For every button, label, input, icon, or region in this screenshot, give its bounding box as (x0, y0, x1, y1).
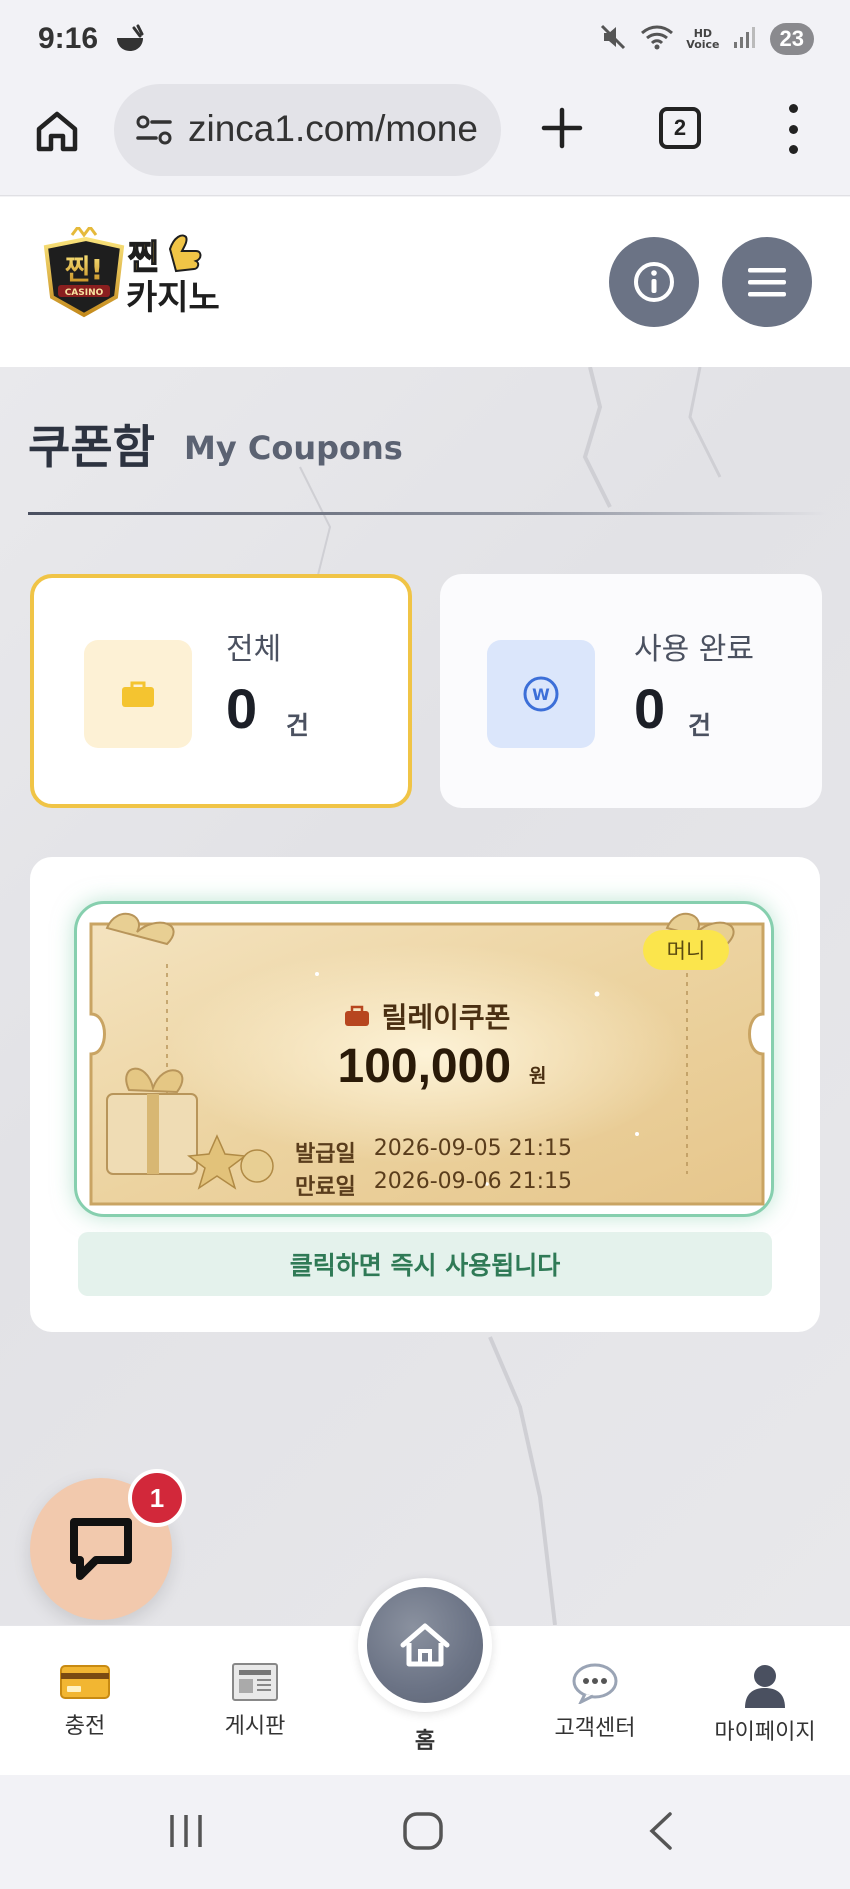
speech-bubble-icon (572, 1663, 618, 1704)
new-tab-button[interactable] (538, 104, 586, 152)
browser-home-button[interactable] (32, 106, 82, 156)
expiry-label: 만료일 (295, 1175, 356, 1200)
newspaper-icon (232, 1663, 278, 1701)
svg-text:CASINO: CASINO (65, 288, 104, 298)
svg-text:카지노: 카지노 (126, 278, 220, 318)
coupon-expiry-row: 만료일 2026-09-06 21:15 (295, 1169, 572, 1201)
browser-toolbar: zinca1.com/mone 2 (0, 80, 850, 196)
stat-card-used[interactable]: W 사용 완료 0 건 (440, 574, 822, 808)
coupon-type-badge: 머니 (643, 930, 729, 970)
nav-charge[interactable]: 충전 (15, 1662, 155, 1740)
nav-label: 충전 (64, 1714, 106, 1739)
coupon-list-panel: 머니 릴레이쿠폰 100,000 원 발급일 2026-09-05 21:15 … (30, 857, 820, 1332)
coupon-name-row: 릴레이쿠폰 (77, 996, 771, 1036)
voice-label: Voice (686, 38, 720, 51)
nav-board[interactable]: 게시판 (185, 1662, 325, 1740)
recent-apps-icon (170, 1815, 202, 1847)
stat-label: 사용 완료 (634, 632, 754, 667)
briefcase-icon (122, 681, 154, 707)
wifi-icon (640, 23, 674, 55)
issued-label: 발급일 (295, 1142, 356, 1167)
nav-label: 고객센터 (554, 1716, 636, 1741)
stat-icon-box (84, 640, 192, 748)
briefcase-icon (344, 1005, 369, 1026)
svg-text:찐: 찐 (128, 238, 159, 278)
svg-text:W: W (532, 685, 550, 704)
coupon-amount: 100,000 (337, 1040, 512, 1093)
site-header: 찐! CASINO 찐 카지노 (0, 197, 850, 367)
title-divider (28, 512, 828, 515)
stat-label: 전체 (226, 632, 282, 667)
coupon-currency: 원 (529, 1065, 547, 1087)
tab-switcher-button[interactable]: 2 (659, 107, 701, 149)
hamburger-icon (748, 268, 786, 297)
mute-icon (598, 22, 628, 56)
home-icon (400, 1623, 450, 1667)
hd-voice-icon: HD Voice (686, 28, 719, 50)
coupon-amount-row: 100,000 원 (77, 1039, 771, 1094)
nav-label: 게시판 (224, 1714, 286, 1739)
hamburger-menu-button[interactable] (722, 237, 812, 327)
android-navigation-bar (0, 1775, 850, 1889)
nav-home-button[interactable] (367, 1587, 483, 1703)
coupon-page-content: 쿠폰함 My Coupons 전체 0 건 W 사용 완료 0 건 머니 릴레이… (0, 367, 850, 1625)
back-chevron-icon (649, 1812, 672, 1850)
stat-count: 0 (634, 677, 666, 740)
page-title: 쿠폰함 (28, 420, 155, 474)
status-time: 9:16 (38, 22, 99, 55)
info-button[interactable] (609, 237, 699, 327)
home-circle-icon (403, 1812, 443, 1850)
info-icon (634, 262, 674, 302)
android-home-button[interactable] (402, 1811, 444, 1855)
bowl-notification-icon (114, 24, 146, 58)
coupon-issued-row: 발급일 2026-09-05 21:15 (295, 1136, 572, 1168)
nav-label: 마이페이지 (714, 1720, 816, 1745)
svg-text:찐!: 찐! (65, 253, 104, 286)
nav-support[interactable]: 고객센터 (525, 1662, 665, 1742)
nav-mypage[interactable]: 마이페이지 (695, 1662, 835, 1746)
chat-notification-badge: 1 (128, 1469, 186, 1527)
stat-count: 0 (226, 677, 258, 740)
coupon-use-hint[interactable]: 클릭하면 즉시 사용됩니다 (78, 1232, 772, 1296)
coupon-card[interactable]: 머니 릴레이쿠폰 100,000 원 발급일 2026-09-05 21:15 … (74, 901, 774, 1217)
browser-menu-button[interactable] (782, 104, 804, 154)
status-bar: 9:16 HD Voice 23 (0, 0, 850, 80)
url-bar[interactable]: zinca1.com/mone (114, 84, 501, 176)
site-logo[interactable]: 찐! CASINO 찐 카지노 (36, 224, 236, 322)
user-silhouette-icon (745, 1665, 785, 1708)
recent-apps-button[interactable] (166, 1811, 206, 1855)
won-coin-icon: W (523, 676, 559, 712)
expiry-date: 2026-09-06 21:15 (373, 1169, 572, 1194)
credit-card-icon (60, 1665, 110, 1699)
page-subtitle: My Coupons (184, 429, 403, 467)
battery-indicator: 23 (769, 23, 814, 55)
coupon-name: 릴레이쿠폰 (381, 1001, 511, 1034)
stat-card-all[interactable]: 전체 0 건 (30, 574, 412, 808)
back-button[interactable] (646, 1811, 676, 1855)
url-text: zinca1.com/mone (188, 108, 478, 149)
signal-icon (732, 24, 758, 54)
site-settings-icon[interactable] (134, 112, 174, 152)
issued-date: 2026-09-05 21:15 (373, 1136, 572, 1161)
nav-home-label: 홈 (414, 1729, 436, 1754)
chat-bubble-icon (70, 1518, 132, 1580)
stat-unit: 건 (286, 711, 310, 740)
stat-icon-box: W (487, 640, 595, 748)
status-icons: HD Voice 23 (598, 22, 814, 56)
nav-home[interactable] (358, 1578, 492, 1712)
stat-unit: 건 (688, 711, 712, 740)
